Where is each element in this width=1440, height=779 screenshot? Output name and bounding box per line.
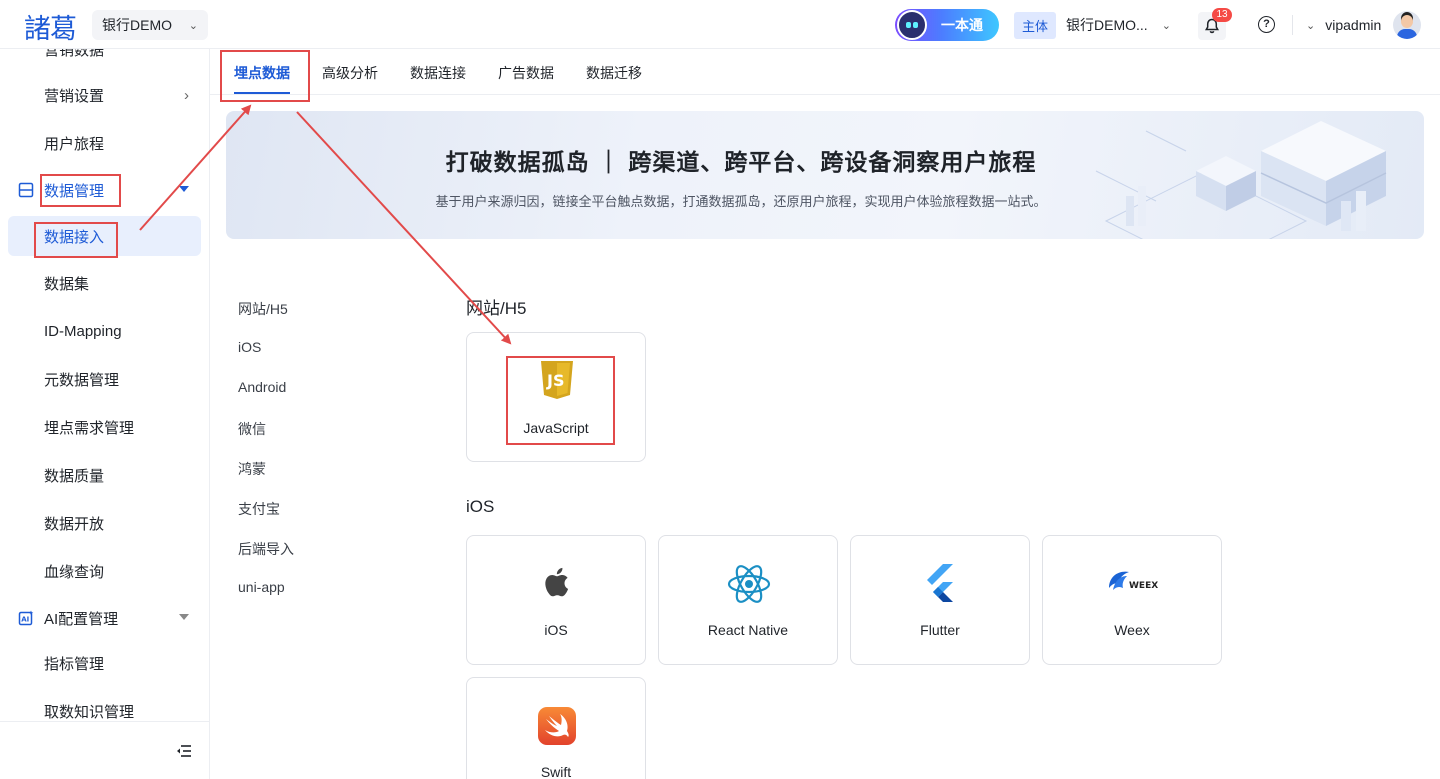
- sidebar-item-label: ID-Mapping: [44, 322, 122, 340]
- category-backend-import[interactable]: 后端导入: [238, 539, 294, 559]
- banner-subtitle: 基于用户来源归因，链接全平台触点数据，打通数据孤岛，还原用户旅程，实现用户体验旅…: [435, 194, 1047, 209]
- sidebar-item-label: 血缘查询: [44, 563, 105, 581]
- sidebar-item-label: 用户旅程: [44, 135, 105, 153]
- entity-name: 银行DEMO...: [1066, 17, 1148, 33]
- sidebar-item-label: 数据集: [44, 275, 90, 293]
- react-icon: [727, 565, 771, 603]
- sidebar-item-marketing-data[interactable]: 营销数据: [8, 49, 201, 69]
- category-alipay[interactable]: 支付宝: [238, 499, 280, 519]
- sdk-card-label: iOS: [544, 622, 568, 638]
- sidebar-item-metadata[interactable]: 元数据管理: [8, 359, 201, 399]
- ai-assistant-label: 一本通: [941, 17, 983, 33]
- help-icon[interactable]: ?: [1258, 16, 1275, 33]
- sidebar-item-label: 数据开放: [44, 515, 105, 533]
- swift-icon: [538, 707, 576, 745]
- divider: [1292, 15, 1293, 35]
- data-management-icon: [18, 182, 34, 198]
- sidebar-item-metrics[interactable]: 指标管理: [8, 643, 201, 683]
- sidebar-item-label: 指标管理: [44, 655, 105, 673]
- sidebar-item-user-journey[interactable]: 用户旅程: [8, 123, 201, 163]
- sidebar-group-ai-config[interactable]: AI AI配置管理: [8, 598, 201, 638]
- weex-icon: WEEX: [1109, 571, 1158, 591]
- sidebar-item-dataset[interactable]: 数据集: [8, 263, 201, 303]
- tenant-select[interactable]: 银行DEMO ⌄: [92, 10, 208, 40]
- sidebar-item-label: 营销数据: [44, 49, 105, 59]
- category-web-h5[interactable]: 网站/H5: [238, 299, 288, 319]
- sdk-card-ios[interactable]: iOS: [466, 535, 646, 665]
- annotation-box-javascript: [506, 356, 615, 445]
- sidebar-footer: [0, 721, 209, 779]
- username: vipadmin: [1325, 17, 1382, 33]
- category-harmony[interactable]: 鸿蒙: [238, 459, 266, 479]
- chevron-right-icon: ›: [184, 86, 189, 104]
- sidebar-item-marketing-settings[interactable]: 营销设置 ›: [8, 75, 201, 115]
- chevron-down-icon: ⌄: [1306, 19, 1316, 32]
- sidebar-item-label: 埋点需求管理: [44, 419, 135, 437]
- annotation-box-tab: [220, 50, 310, 102]
- hero-banner: 打破数据孤岛 ｜ 跨渠道、跨平台、跨设备洞察用户旅程 基于用户来源归因，链接全平…: [226, 111, 1424, 239]
- section-title-ios: iOS: [466, 497, 495, 516]
- apple-icon: [545, 567, 569, 597]
- caret-down-icon: [179, 614, 189, 620]
- notification-count-badge: 13: [1212, 8, 1232, 22]
- entity-tag: 主体: [1014, 11, 1057, 39]
- sidebar-item-label: 营销设置: [44, 87, 105, 105]
- app-logo[interactable]: 諸葛: [24, 7, 77, 46]
- flutter-icon: [927, 564, 953, 602]
- section-title-web: 网站/H5: [466, 299, 527, 318]
- annotation-box-data-ingestion: [34, 222, 118, 258]
- ai-assistant-button[interactable]: 一本通: [895, 9, 999, 41]
- sdk-card-label: Swift: [540, 764, 572, 779]
- sidebar-group-label: AI配置管理: [44, 610, 119, 628]
- sdk-card-flutter[interactable]: Flutter: [850, 535, 1030, 665]
- sidebar: 营销数据 营销设置 › 用户旅程 数据管理 数据接入 数据集 ID-Mappin…: [0, 49, 210, 779]
- chevron-down-icon: ⌄: [188, 19, 198, 32]
- sidebar-item-label: 取数知识管理: [44, 703, 135, 721]
- user-menu[interactable]: ⌄ vipadmin: [1306, 10, 1422, 40]
- top-tabs: 埋点数据 高级分析 数据连接 广告数据 数据迁移: [210, 49, 1440, 95]
- sdk-card-label: Weex: [1114, 622, 1150, 638]
- entity-select[interactable]: 主体 银行DEMO... ⌄: [1014, 11, 1171, 39]
- svg-text:AI: AI: [21, 616, 29, 624]
- sdk-card-label: React Native: [707, 622, 789, 638]
- sidebar-item-label: 数据质量: [44, 467, 105, 485]
- sidebar-item-tracking-requirements[interactable]: 埋点需求管理: [8, 407, 201, 447]
- sidebar-item-data-open[interactable]: 数据开放: [8, 503, 201, 543]
- sidebar-item-label: 元数据管理: [44, 371, 120, 389]
- sdk-card-weex[interactable]: WEEX Weex: [1042, 535, 1222, 665]
- banner-title: 打破数据孤岛 ｜ 跨渠道、跨平台、跨设备洞察用户旅程: [445, 149, 1037, 175]
- tab-ad-data[interactable]: 广告数据: [498, 63, 554, 83]
- category-ios[interactable]: iOS: [238, 339, 261, 355]
- tab-data-connection[interactable]: 数据连接: [410, 63, 466, 83]
- sidebar-item-lineage[interactable]: 血缘查询: [8, 551, 201, 591]
- category-wechat[interactable]: 微信: [238, 419, 266, 439]
- category-uni-app[interactable]: uni-app: [238, 579, 285, 595]
- sdk-card-label: Flutter: [920, 622, 960, 638]
- tab-data-migration[interactable]: 数据迁移: [586, 63, 642, 83]
- robot-icon: [897, 10, 927, 40]
- weex-icon-text: WEEX: [1129, 581, 1158, 591]
- avatar: [1393, 11, 1422, 39]
- collapse-sidebar-icon[interactable]: [176, 744, 192, 758]
- annotation-box-data-management: [40, 174, 121, 207]
- top-bar: 諸葛 银行DEMO ⌄ 一本通 主体 银行DEMO... ⌄ 13 ? ⌄ vi…: [0, 0, 1440, 49]
- sdk-card-swift[interactable]: Swift: [466, 677, 646, 779]
- ai-config-icon: AI: [18, 610, 34, 626]
- category-android[interactable]: Android: [238, 379, 286, 395]
- tab-advanced-analysis[interactable]: 高级分析: [322, 63, 378, 83]
- sidebar-item-data-quality[interactable]: 数据质量: [8, 455, 201, 495]
- tenant-select-value: 银行DEMO: [102, 17, 172, 33]
- chevron-down-icon: ⌄: [1161, 19, 1171, 32]
- sdk-card-react-native[interactable]: React Native: [658, 535, 838, 665]
- caret-down-icon: [179, 186, 189, 192]
- sidebar-item-id-mapping[interactable]: ID-Mapping: [8, 311, 201, 351]
